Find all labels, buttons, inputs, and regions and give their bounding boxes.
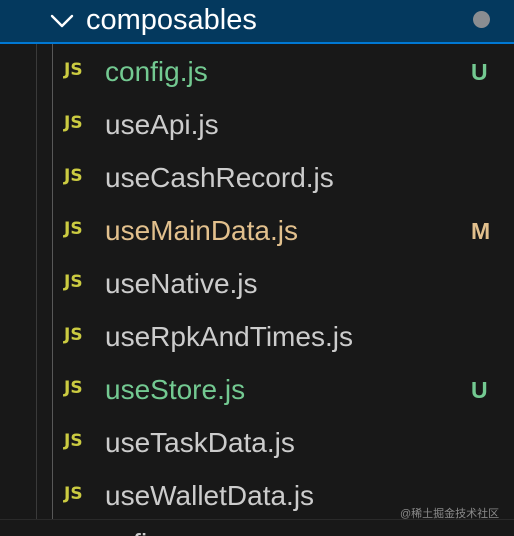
file-name: useTaskData.js <box>105 427 295 458</box>
file-name: useWalletData.js <box>105 480 315 511</box>
js-file-icon: JS <box>64 60 83 80</box>
file-name: useCashRecord.js <box>105 162 334 193</box>
file-item-userpkandtimes[interactable]: JS useRpkAndTimes.js <box>0 311 514 364</box>
js-file-icon: JS <box>64 484 83 504</box>
js-file-icon: JS <box>64 272 83 292</box>
partial-folder-name: config <box>86 528 163 536</box>
file-item-usetaskdata[interactable]: JS useTaskData.js <box>0 417 514 470</box>
file-name: useRpkAndTimes.js <box>105 321 353 352</box>
js-file-icon: JS <box>64 325 83 345</box>
folder-name: composables <box>86 4 257 36</box>
next-tree-item-partial[interactable]: config <box>0 519 514 536</box>
folder-composables[interactable]: composables <box>0 0 514 44</box>
git-status-badge: U <box>471 377 488 403</box>
file-item-useapi[interactable]: JS useApi.js <box>0 99 514 152</box>
file-item-usenative[interactable]: JS useNative.js <box>0 258 514 311</box>
git-status-badge: U <box>471 59 488 85</box>
file-item-usestore[interactable]: JS useStore.js U <box>0 364 514 417</box>
file-name: useNative.js <box>105 268 258 299</box>
git-status-badge: M <box>471 218 491 244</box>
js-file-icon: JS <box>64 378 83 398</box>
file-list: JS config.js U JS useApi.js JS useCashRe… <box>0 46 514 523</box>
file-item-config[interactable]: JS config.js U <box>0 46 514 99</box>
js-file-icon: JS <box>64 113 83 133</box>
file-name: config.js <box>105 56 208 87</box>
js-file-icon: JS <box>64 431 83 451</box>
js-file-icon: JS <box>64 166 83 186</box>
chevron-down-icon[interactable] <box>50 13 74 29</box>
file-name: useMainData.js <box>105 215 298 246</box>
file-name: useStore.js <box>105 374 246 405</box>
file-name: useApi.js <box>105 109 219 140</box>
file-item-usecashrecord[interactable]: JS useCashRecord.js <box>0 152 514 205</box>
folder-modified-dot <box>473 11 490 28</box>
js-file-icon: JS <box>64 219 83 239</box>
watermark: @稀土掘金技术社区 <box>400 508 500 520</box>
file-item-usemaindata[interactable]: JS useMainData.js M <box>0 205 514 258</box>
